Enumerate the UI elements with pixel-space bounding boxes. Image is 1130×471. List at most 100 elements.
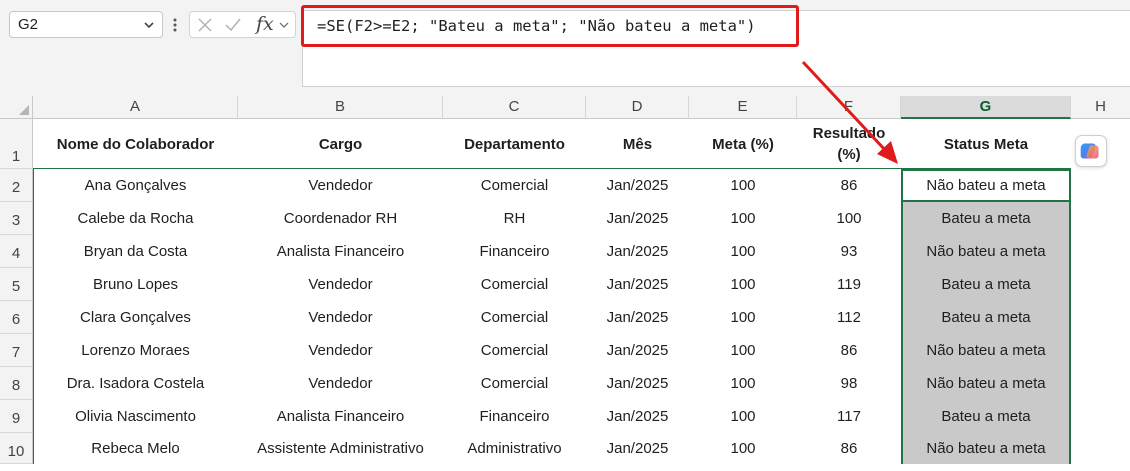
header-nome[interactable]: Nome do Colaborador — [33, 119, 238, 169]
cell-meta[interactable]: 100 — [689, 334, 797, 367]
cell-resultado[interactable]: 86 — [797, 433, 901, 464]
cell-meta[interactable]: 100 — [689, 169, 797, 202]
cell-cargo[interactable]: Vendedor — [238, 301, 443, 334]
cell-mes[interactable]: Jan/2025 — [586, 268, 689, 301]
cell-meta[interactable]: 100 — [689, 301, 797, 334]
row-header-8[interactable]: 8 — [0, 367, 33, 400]
cell-nome[interactable]: Ana Gonçalves — [33, 169, 238, 202]
cell-cargo[interactable]: Coordenador RH — [238, 202, 443, 235]
cell-mes[interactable]: Jan/2025 — [586, 433, 689, 464]
cell-meta[interactable]: 100 — [689, 433, 797, 464]
more-options-icon[interactable] — [172, 16, 178, 34]
cell-resultado[interactable]: 98 — [797, 367, 901, 400]
header-resultado[interactable]: Resultado (%) — [797, 119, 901, 169]
cell-departamento[interactable]: Financeiro — [443, 400, 586, 433]
row-header-5[interactable]: 5 — [0, 268, 33, 301]
column-header-b[interactable]: B — [238, 96, 443, 119]
cell-status[interactable]: Não bateu a meta — [901, 433, 1071, 464]
row-header-7[interactable]: 7 — [0, 334, 33, 367]
column-header-e[interactable]: E — [689, 96, 797, 119]
cell-cargo[interactable]: Vendedor — [238, 367, 443, 400]
cell-mes[interactable]: Jan/2025 — [586, 367, 689, 400]
name-box[interactable]: G2 — [9, 11, 163, 38]
close-icon[interactable] — [196, 16, 214, 34]
header-meta[interactable]: Meta (%) — [689, 119, 797, 169]
column-header-a[interactable]: A — [33, 96, 238, 119]
cell-cargo[interactable]: Vendedor — [238, 334, 443, 367]
insert-function-button[interactable]: fx — [256, 13, 274, 35]
copilot-button[interactable] — [1075, 135, 1107, 167]
cell-status[interactable]: Não bateu a meta — [901, 334, 1071, 367]
header-mes[interactable]: Mês — [586, 119, 689, 169]
cell-meta[interactable]: 100 — [689, 202, 797, 235]
cell-cargo[interactable]: Analista Financeiro — [238, 235, 443, 268]
cell-nome[interactable]: Bruno Lopes — [33, 268, 238, 301]
cell-resultado[interactable]: 100 — [797, 202, 901, 235]
cell-departamento[interactable]: Comercial — [443, 169, 586, 202]
cell-cargo[interactable]: Vendedor — [238, 169, 443, 202]
cell-departamento[interactable]: Financeiro — [443, 235, 586, 268]
column-header-h[interactable]: H — [1071, 96, 1130, 119]
row-header-9[interactable]: 9 — [0, 400, 33, 433]
cell-meta[interactable]: 100 — [689, 235, 797, 268]
cell-status[interactable]: Não bateu a meta — [901, 235, 1071, 268]
header-departamento[interactable]: Departamento — [443, 119, 586, 169]
cell-meta[interactable]: 100 — [689, 400, 797, 433]
cell-nome[interactable]: Bryan da Costa — [33, 235, 238, 268]
cell-status[interactable]: Bateu a meta — [901, 400, 1071, 433]
cell-resultado[interactable]: 86 — [797, 334, 901, 367]
cell-nome[interactable]: Lorenzo Moraes — [33, 334, 238, 367]
cell-nome[interactable]: Calebe da Rocha — [33, 202, 238, 235]
row-header-4[interactable]: 4 — [0, 235, 33, 268]
cell-mes[interactable]: Jan/2025 — [586, 301, 689, 334]
column-header-c[interactable]: C — [443, 96, 586, 119]
copilot-icon — [1080, 143, 1099, 159]
cell-departamento[interactable]: Comercial — [443, 367, 586, 400]
cell-departamento[interactable]: Comercial — [443, 334, 586, 367]
cell-status[interactable]: Bateu a meta — [901, 268, 1071, 301]
cell-departamento[interactable]: RH — [443, 202, 586, 235]
cell-resultado[interactable]: 117 — [797, 400, 901, 433]
cell-mes[interactable]: Jan/2025 — [586, 235, 689, 268]
cell-mes[interactable]: Jan/2025 — [586, 169, 689, 202]
cell-cargo[interactable]: Assistente Administrativo — [238, 433, 443, 464]
row-header-1[interactable]: 1 — [0, 119, 33, 169]
cell-cargo[interactable]: Analista Financeiro — [238, 400, 443, 433]
cell-nome[interactable]: Clara Gonçalves — [33, 301, 238, 334]
cell-status[interactable]: Não bateu a meta — [901, 367, 1071, 400]
cell-nome[interactable]: Olivia Nascimento — [33, 400, 238, 433]
cell-status[interactable]: Bateu a meta — [901, 202, 1071, 235]
column-header-f[interactable]: F — [797, 96, 901, 119]
cell-resultado[interactable]: 86 — [797, 169, 901, 202]
cell-meta[interactable]: 100 — [689, 268, 797, 301]
select-all-corner[interactable] — [0, 96, 33, 119]
cell-resultado[interactable]: 119 — [797, 268, 901, 301]
chevron-down-icon[interactable] — [278, 16, 290, 34]
column-header-d[interactable]: D — [586, 96, 689, 119]
cell-mes[interactable]: Jan/2025 — [586, 202, 689, 235]
header-cargo[interactable]: Cargo — [238, 119, 443, 169]
cell-status[interactable]: Bateu a meta — [901, 301, 1071, 334]
cell-departamento[interactable]: Comercial — [443, 268, 586, 301]
formula-buttons: fx — [189, 11, 296, 38]
cell-status[interactable]: Não bateu a meta — [901, 169, 1071, 202]
formula-bar-area: G2 fx =SE(F2>=E2; "Bateu a meta"; "Não b… — [0, 0, 1130, 96]
row-header-3[interactable]: 3 — [0, 202, 33, 235]
row-header-10[interactable]: 10 — [0, 433, 33, 464]
row-header-6[interactable]: 6 — [0, 301, 33, 334]
cell-departamento[interactable]: Administrativo — [443, 433, 586, 464]
cell-meta[interactable]: 100 — [689, 367, 797, 400]
cell-mes[interactable]: Jan/2025 — [586, 400, 689, 433]
cell-nome[interactable]: Rebeca Melo — [33, 433, 238, 464]
check-icon[interactable] — [224, 16, 242, 34]
cell-nome[interactable]: Dra. Isadora Costela — [33, 367, 238, 400]
cell-departamento[interactable]: Comercial — [443, 301, 586, 334]
cell-mes[interactable]: Jan/2025 — [586, 334, 689, 367]
cell-resultado[interactable]: 93 — [797, 235, 901, 268]
row-header-2[interactable]: 2 — [0, 169, 33, 202]
cell-resultado[interactable]: 112 — [797, 301, 901, 334]
header-status[interactable]: Status Meta — [901, 119, 1071, 169]
cell-cargo[interactable]: Vendedor — [238, 268, 443, 301]
chevron-down-icon[interactable] — [142, 18, 156, 32]
column-header-g[interactable]: G — [901, 96, 1071, 119]
